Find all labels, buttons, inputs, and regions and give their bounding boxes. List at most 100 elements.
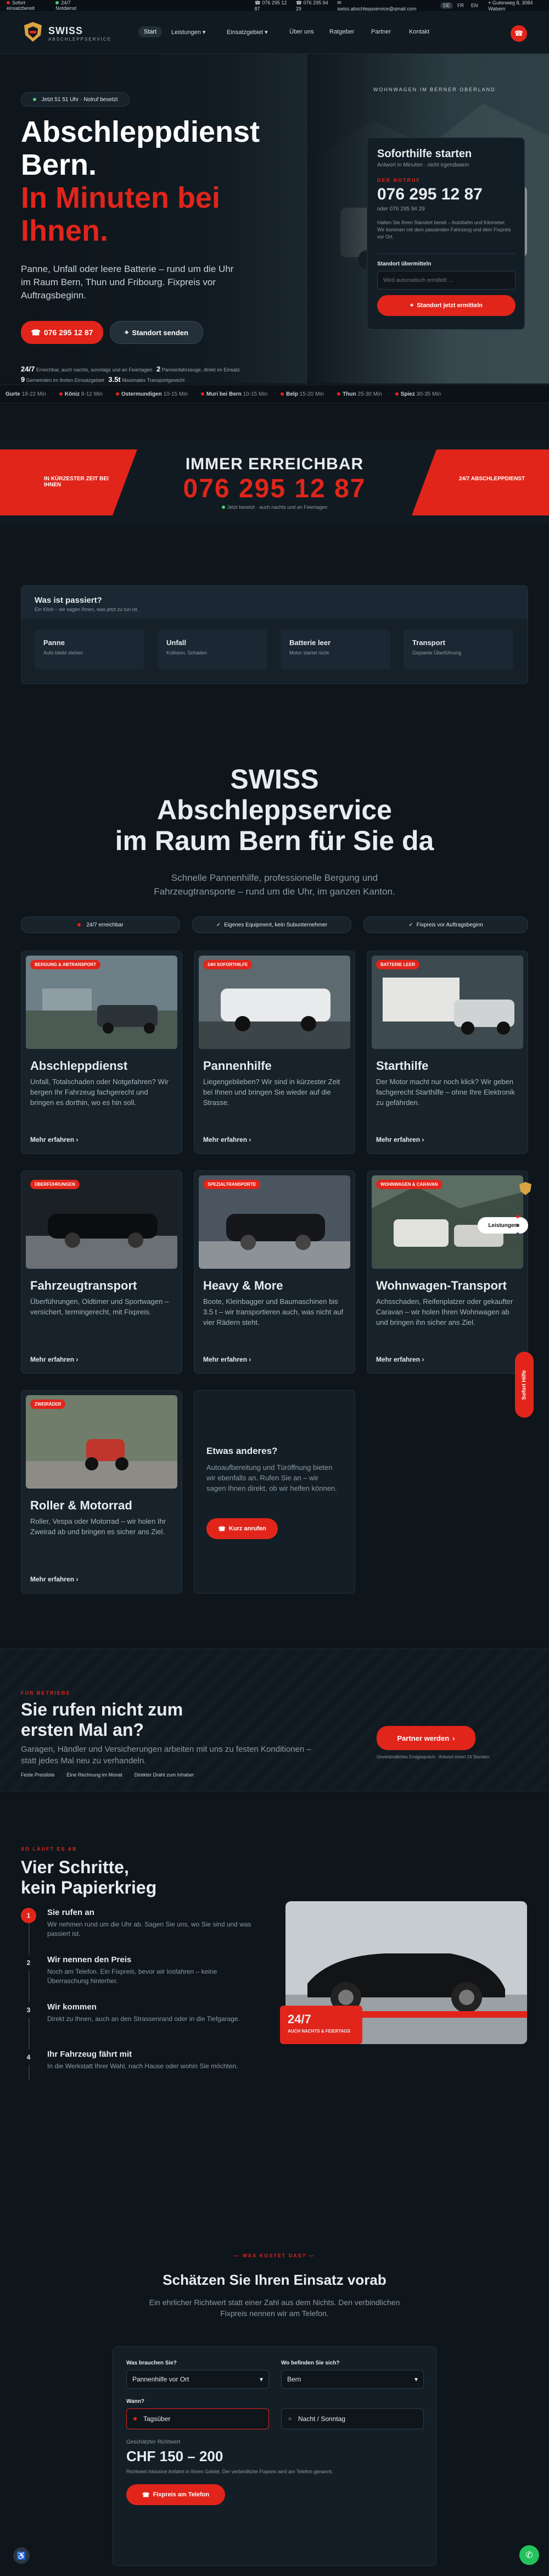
- service-card-wohnwagen[interactable]: WOHNWAGEN & CARAVAN Wohnwagen-Transport …: [367, 1170, 528, 1374]
- hero-location-button[interactable]: ⌖ Standort senden: [110, 321, 203, 344]
- service-card-fahrzeugtransport[interactable]: ÜBERFÜHRUNGEN Fahrzeugtransport Überführ…: [21, 1170, 182, 1374]
- location-input[interactable]: [377, 271, 516, 290]
- location-select[interactable]: Bern ▾: [281, 2370, 424, 2389]
- nav-start[interactable]: Start: [138, 26, 163, 37]
- notruf-phone-alt[interactable]: oder 076 295 94 29: [377, 206, 425, 212]
- topbar-phone1[interactable]: ☎ 076 295 12 87: [255, 0, 288, 12]
- section-dots[interactable]: [516, 1206, 520, 1294]
- notruf-phone[interactable]: 076 295 12 87: [377, 185, 483, 204]
- service-photo: [199, 1175, 350, 1269]
- service-badge: 24H SOFORTHILFE: [203, 960, 253, 969]
- service-title: Abschleppdienst: [30, 1059, 128, 1073]
- step-text: Wir nehmen rund um die Uhr ab. Sagen Sie…: [47, 1920, 251, 1937]
- issue-option-batterie[interactable]: Batterie leer Motor startet nicht: [281, 630, 390, 669]
- live-badge: Jetzt 51 51 Uhr · Notruf besetzt: [21, 92, 130, 107]
- service-more-link[interactable]: Mehr erfahren ›: [376, 1356, 424, 1363]
- service-more-link[interactable]: Mehr erfahren ›: [30, 1356, 78, 1363]
- services-lead: Schnelle Pannenhilfe, professionelle Ber…: [154, 873, 395, 897]
- issue-option-unfall[interactable]: Unfall Kollision, Schaden: [158, 630, 267, 669]
- lang-de[interactable]: DE: [440, 2, 453, 9]
- hero-call-button[interactable]: ☎ 076 295 12 87: [21, 321, 103, 344]
- partner-text: Garagen, Händler und Versicherungen arbe…: [21, 1745, 311, 1766]
- service-card-pannenhilfe[interactable]: 24H SOFORTHILFE Pannenhilfe Liegengeblie…: [194, 951, 355, 1154]
- service-more-link[interactable]: Mehr erfahren ›: [203, 1356, 251, 1363]
- service-card-heavy[interactable]: SPEZIALTRANSPORTE Heavy & More Boote, Kl…: [194, 1170, 355, 1374]
- service-badge: BERGUNG & ABTRANSPORT: [30, 960, 101, 969]
- hero-lead: Panne, Unfall oder leere Batterie – rund…: [21, 264, 234, 301]
- result-note: Richtwert inklusive Anfahrt in Ihrem Geb…: [126, 2469, 333, 2474]
- side-help-button[interactable]: Sofort Hilfe: [515, 1352, 534, 1418]
- service-title: Starthilfe: [376, 1059, 429, 1073]
- lang-en[interactable]: EN: [468, 2, 481, 9]
- service-select[interactable]: Pannenhilfe vor Ort ▾: [126, 2370, 269, 2389]
- estimate-call-button[interactable]: ☎ Fixpreis am Telefon: [126, 2484, 225, 2505]
- steps-title: Vier Schritte, kein Papierkrieg: [21, 1857, 157, 1897]
- other-title: Etwas anderes?: [206, 1446, 278, 1456]
- reachability-band: IN KÜRZESTER ZEIT BEI IHNEN 24/7 ABSCHLE…: [0, 440, 549, 525]
- q2-label: Wo befinden Sie sich?: [281, 2360, 340, 2366]
- issue-selector: Was ist passiert? Ein Klick – wir sagen …: [21, 585, 528, 684]
- topbar-email[interactable]: ✉ swiss.abschleppservice@gmail.com: [337, 0, 416, 12]
- service-card-roller[interactable]: ZWEIRÄDER Roller & Motorrad Roller, Vesp…: [21, 1390, 182, 1594]
- issue-option-panne[interactable]: Panne Auto bleibt stehen: [35, 630, 144, 669]
- steps-photo-badge: 24/7 AUCH NACHTS & FEIERTAGS: [280, 2006, 362, 2044]
- step-text: In die Werkstatt Ihrer Wahl, nach Hause …: [47, 2062, 238, 2070]
- service-photo: [26, 1175, 177, 1269]
- result-label: Geschätzter Richtwert: [126, 2439, 181, 2445]
- nav-kontakt[interactable]: Kontakt: [409, 29, 429, 35]
- brand-sub: ABSCHLEPPSERVICE: [48, 37, 111, 42]
- partner-title: Sie rufen nicht zum ersten Mal an?: [21, 1700, 183, 1740]
- time-option-night[interactable]: Nacht / Sonntag: [281, 2408, 424, 2429]
- nav-ueber-uns[interactable]: Über uns: [289, 29, 314, 35]
- badge-icon: [518, 1181, 533, 1196]
- nav-partner[interactable]: Partner: [371, 29, 391, 35]
- nav-ratgeber[interactable]: Ratgeber: [329, 29, 354, 35]
- service-more-link[interactable]: Mehr erfahren ›: [203, 1136, 251, 1143]
- nav-einsatzgebiet[interactable]: Einsatzgebiet ▾: [227, 29, 268, 36]
- soforthilfe-sub: Antwort in Minuten · nicht irgendwann: [377, 162, 469, 168]
- lang-fr[interactable]: FR: [455, 2, 467, 9]
- service-text: Achsschaden, Reifenplatzer oder gekaufte…: [376, 1297, 513, 1326]
- check-icon: ✓: [216, 921, 221, 928]
- chip-fixpreis: ✓ Fixpreis vor Auftragsbeginn: [363, 917, 528, 933]
- service-text: Der Motor macht nur noch klick? Wir gebe…: [376, 1078, 515, 1107]
- topbar-phone2[interactable]: ☎ 076 295 94 29: [296, 0, 329, 12]
- chip-24-7: 24/7 erreichbar: [21, 917, 180, 933]
- time-option-day[interactable]: Tagsüber: [126, 2408, 269, 2429]
- partner-kicker: FÜR BETRIEBE: [21, 1690, 71, 1696]
- service-title: Fahrzeugtransport: [30, 1279, 137, 1292]
- service-photo: [199, 956, 350, 1049]
- service-card-starthilfe[interactable]: BATTERIE LEER Starthilfe Der Motor macht…: [367, 951, 528, 1154]
- step-number: 1: [21, 1908, 36, 1923]
- logo-icon[interactable]: [22, 21, 44, 43]
- issue-title: Was ist passiert?: [35, 596, 102, 605]
- service-more-link[interactable]: Mehr erfahren ›: [30, 1575, 78, 1583]
- step-title: Wir nennen den Preis: [47, 1955, 132, 1964]
- service-more-link[interactable]: Mehr erfahren ›: [376, 1136, 424, 1143]
- steps-section: SO LÄUFT ES AB Vier Schritte, kein Papier…: [0, 1846, 549, 2132]
- hero-section: WOHNWAGEN IM BERNER OBERLAND Jetzt 51 51…: [0, 54, 549, 384]
- issue-option-transport[interactable]: Transport Geplante Überführung: [404, 630, 513, 669]
- band-phone[interactable]: 076 295 12 87: [137, 474, 412, 504]
- service-badge: WOHNWAGEN & CARAVAN: [376, 1180, 442, 1189]
- ticker-item: Muri bei Bern 10-15 Min: [200, 391, 267, 397]
- estimate-section: — WAS KOSTET DAS? — Schätzen Sie Ihren E…: [0, 2253, 549, 2576]
- q3-label: Wann?: [126, 2399, 144, 2405]
- accessibility-icon[interactable]: ♿: [13, 2547, 30, 2564]
- ticker-item: Thun 25-30 Min: [337, 391, 382, 397]
- other-call-button[interactable]: ☎ Kurz anrufen: [206, 1518, 278, 1539]
- hero-photo-caption: WOHNWAGEN IM BERNER OBERLAND: [373, 87, 496, 92]
- band-left-text: IN KÜRZESTER ZEIT BEI IHNEN: [44, 476, 109, 488]
- service-more-link[interactable]: Mehr erfahren ›: [30, 1136, 78, 1143]
- partner-button[interactable]: Partner werden ›: [377, 1726, 475, 1750]
- ticker-item: Ostermundigen 10-15 Min: [115, 391, 188, 397]
- service-card-abschleppdienst[interactable]: BERGUNG & ABTRANSPORT Abschleppdienst Un…: [21, 951, 182, 1154]
- locate-button[interactable]: ⌖ Standort jetzt ermitteln: [377, 295, 516, 316]
- estimate-form: Was brauchen Sie? Pannenhilfe vor Ort ▾ W…: [113, 2346, 436, 2566]
- step-number: 2: [21, 1955, 36, 1970]
- q1-label: Was brauchen Sie?: [126, 2360, 177, 2366]
- whatsapp-icon[interactable]: ✆: [519, 2545, 539, 2565]
- ticker-item: Spiez 30-35 Min: [395, 391, 441, 397]
- nav-leistungen[interactable]: Leistungen ▾: [171, 29, 205, 36]
- phone-icon-button[interactable]: ☎: [511, 25, 527, 42]
